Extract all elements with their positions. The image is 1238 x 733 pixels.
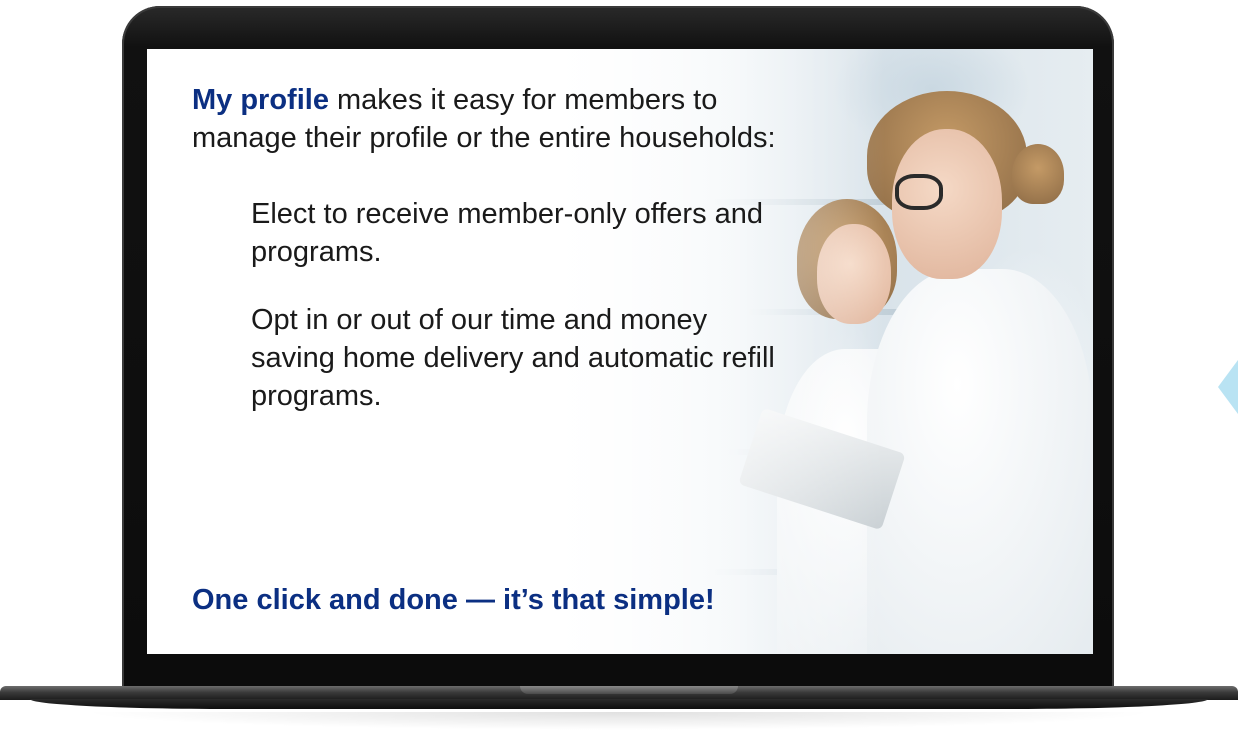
my-profile-label: My profile xyxy=(192,84,329,116)
benefit-item-offers: Elect to receive member-only offers and … xyxy=(251,198,764,268)
slide-stage: My profile makes it easy for members to … xyxy=(0,0,1238,733)
laptop-screen: My profile makes it easy for members to … xyxy=(147,49,1093,654)
laptop-hinge-notch xyxy=(520,686,738,694)
decorative-arrow-shape xyxy=(1218,360,1238,414)
slide-content: My profile makes it easy for members to … xyxy=(192,81,872,415)
intro-paragraph: My profile makes it easy for members to … xyxy=(192,81,802,157)
laptop-base-edge xyxy=(30,699,1208,709)
laptop-shadow xyxy=(80,712,1158,730)
benefit-item-delivery: Opt in or out of our time and money savi… xyxy=(251,304,775,412)
closing-tagline: One click and done — it’s that simple! xyxy=(192,584,715,616)
